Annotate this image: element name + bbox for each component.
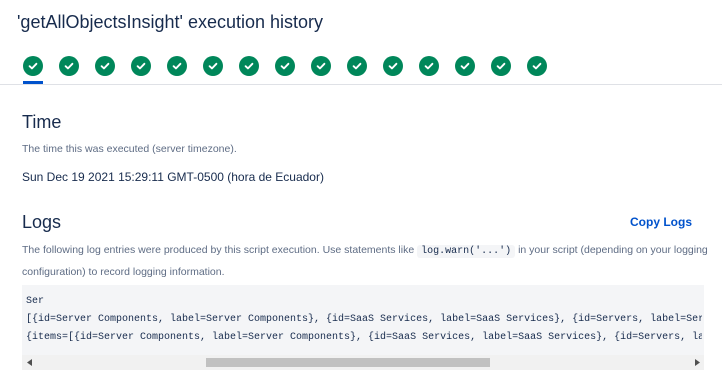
selected-run-indicator (23, 81, 43, 84)
check-icon (100, 62, 110, 70)
log-output-panel[interactable]: Ser [{id=Server Components, label=Server… (22, 285, 704, 370)
execution-run-8[interactable] (275, 56, 295, 76)
check-icon (316, 62, 326, 70)
scrollbar-thumb[interactable] (206, 358, 490, 367)
log-line: Ser (26, 296, 45, 307)
logs-description: The following log entries were produced … (22, 240, 712, 282)
copy-logs-link[interactable]: Copy Logs (630, 214, 692, 230)
execution-run-5[interactable] (167, 56, 187, 76)
check-icon (136, 62, 146, 70)
logs-heading: Logs (22, 212, 62, 232)
scroll-right-button[interactable] (689, 355, 704, 370)
execution-run-4[interactable] (131, 56, 151, 76)
execution-time-value: Sun Dec 19 2021 15:29:11 GMT-0500 (hora … (22, 170, 324, 184)
check-icon (244, 62, 254, 70)
execution-run-2[interactable] (59, 56, 79, 76)
check-icon (172, 62, 182, 70)
execution-run-7[interactable] (239, 56, 259, 76)
execution-run-6[interactable] (203, 56, 223, 76)
log-line: [{id=Server Components, label=Server Com… (26, 314, 702, 325)
scroll-left-button[interactable] (22, 355, 37, 370)
check-icon (352, 62, 362, 70)
check-icon (64, 62, 74, 70)
triangle-left-icon (26, 359, 32, 366)
page-title: 'getAllObjectsInsight' execution history (17, 12, 324, 32)
execution-run-14[interactable] (491, 56, 511, 76)
check-icon (388, 62, 398, 70)
execution-run-13[interactable] (455, 56, 475, 76)
log-lines: Ser [{id=Server Components, label=Server… (26, 293, 702, 347)
triangle-right-icon (694, 359, 700, 366)
execution-run-3[interactable] (95, 56, 115, 76)
check-icon (28, 62, 38, 70)
check-icon (280, 62, 290, 70)
check-icon (208, 62, 218, 70)
logs-description-text-before: The following log entries were produced … (22, 244, 415, 256)
execution-run-15[interactable] (527, 56, 547, 76)
execution-runs-bar (0, 54, 722, 85)
log-warn-code-snippet: log.warn('...') (417, 245, 516, 258)
time-heading: Time (22, 112, 62, 132)
execution-run-1[interactable] (23, 56, 43, 76)
execution-run-9[interactable] (311, 56, 331, 76)
execution-run-11[interactable] (383, 56, 403, 76)
check-icon (424, 62, 434, 70)
check-icon (496, 62, 506, 70)
check-icon (460, 62, 470, 70)
execution-run-10[interactable] (347, 56, 367, 76)
execution-run-12[interactable] (419, 56, 439, 76)
log-line: {items=[{id=Server Components, label=Ser… (26, 332, 702, 343)
check-icon (532, 62, 542, 70)
time-description: The time this was executed (server timez… (22, 143, 237, 155)
horizontal-scrollbar[interactable] (22, 355, 704, 370)
